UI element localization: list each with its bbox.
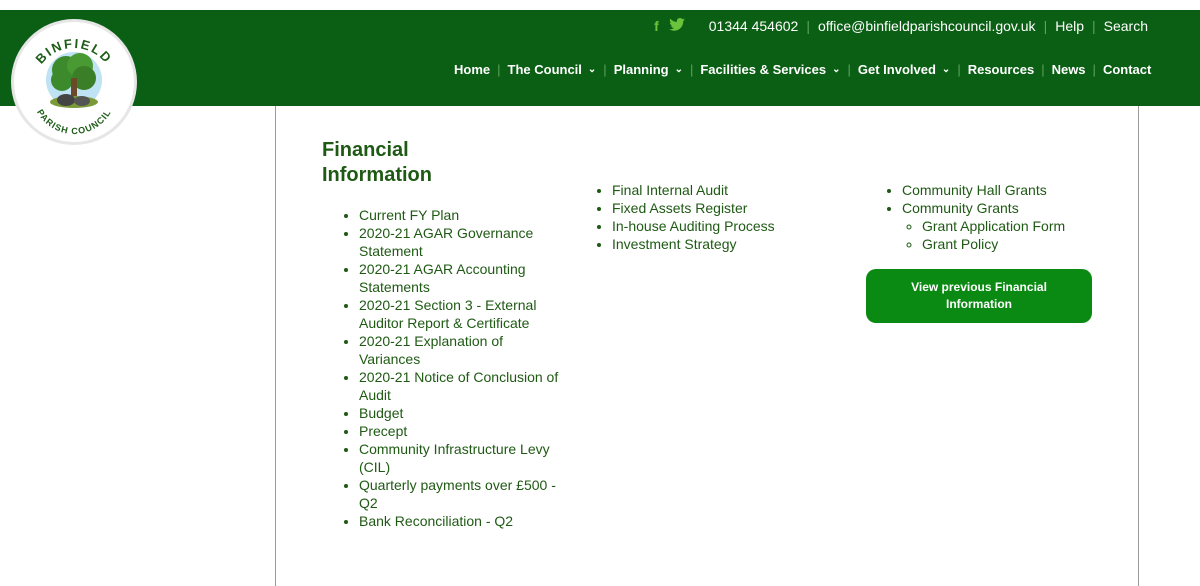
chevron-down-icon: ⌄ [941,64,951,75]
nav-facilities-label: Facilities & Services [700,62,827,77]
nav-contact-label: Contact [1102,62,1152,77]
list-link[interactable]: 2020-21 AGAR Accounting Statements [359,261,526,295]
list-link[interactable]: Precept [359,423,407,439]
separator: | [1092,62,1096,77]
sub-list-item[interactable]: Grant Application Form [922,217,1126,235]
search-link[interactable]: Search [1104,18,1148,34]
facebook-icon[interactable]: f [654,18,659,34]
list-link[interactable]: Final Internal Audit [612,182,728,198]
nav-facilities-services[interactable]: Facilities & Services ⌄ [700,62,840,77]
nav-get-involved-label: Get Involved [857,62,936,77]
nav-planning[interactable]: Planning ⌄ [614,62,683,77]
site-header: f 01344 454602 | office@binfieldparishco… [0,10,1200,106]
phone-link[interactable]: 01344 454602 [709,18,799,34]
nav-home-label: Home [454,62,491,77]
list-item[interactable]: Investment Strategy [612,235,826,253]
council-logo[interactable]: BINFIELD PARISH COUNCIL [14,22,134,142]
separator: | [957,62,961,77]
list-link[interactable]: Fixed Assets Register [612,200,747,216]
list-link[interactable]: 2020-21 AGAR Governance Statement [359,225,533,259]
nav-news[interactable]: News [1052,62,1086,77]
list-link[interactable]: Investment Strategy [612,236,737,252]
separator: | [603,62,607,77]
nav-resources-label: Resources [967,62,1035,77]
separator: | [497,62,501,77]
top-bar: f 01344 454602 | office@binfieldparishco… [654,18,1148,34]
nav-planning-label: Planning [613,62,669,77]
community-hall-grants-link[interactable]: Community Hall Grants [902,182,1047,198]
list-item[interactable]: Current FY Plan [359,206,559,224]
list-link[interactable]: In-house Auditing Process [612,218,775,234]
list-link[interactable]: 2020-21 Section 3 - External Auditor Rep… [359,297,536,331]
sub-list-item[interactable]: Grant Policy [922,235,1126,253]
separator: | [689,62,694,77]
list-item[interactable]: Fixed Assets Register [612,199,826,217]
separator: | [1043,18,1048,34]
list-item[interactable]: 2020-21 AGAR Accounting Statements [359,260,559,296]
main-nav: Home | The Council ⌄ | Planning ⌄ | Facili… [454,62,1151,77]
separator: | [1041,62,1045,77]
financial-list-2: Final Internal Audit Fixed Assets Regist… [596,181,826,253]
chevron-down-icon: ⌄ [674,64,683,75]
email-link[interactable]: office@binfieldparishcouncil.gov.uk [818,18,1036,34]
nav-home[interactable]: Home [454,62,490,77]
nav-get-involved[interactable]: Get Involved ⌄ [858,62,950,77]
list-item[interactable]: 2020-21 Section 3 - External Auditor Rep… [359,296,559,332]
list-link[interactable]: Bank Reconciliation - Q2 [359,513,513,529]
list-item[interactable]: Bank Reconciliation - Q2 [359,512,559,530]
list-link[interactable]: Community Infrastructure Levy (CIL) [359,441,550,475]
list-item[interactable]: Final Internal Audit [612,181,826,199]
page-title: Financial Information [322,139,432,186]
separator: | [1092,18,1096,34]
community-grants-link[interactable]: Community Grants [902,200,1019,216]
nav-resources[interactable]: Resources [968,62,1034,77]
list-link[interactable]: 2020-21 Explanation of Variances [359,333,503,367]
list-item[interactable]: 2020-21 Notice of Conclusion of Audit [359,368,559,404]
help-link[interactable]: Help [1055,18,1084,34]
chevron-down-icon: ⌄ [587,64,597,75]
list-item[interactable]: Budget [359,404,559,422]
financial-list-1: Current FY Plan 2020-21 AGAR Governance … [343,206,559,530]
twitter-icon[interactable] [668,18,685,34]
list-item[interactable]: Precept [359,422,559,440]
nav-the-council-label: The Council [507,62,582,77]
nav-the-council[interactable]: The Council ⌄ [508,62,597,77]
list-link[interactable]: Current FY Plan [359,207,459,223]
grant-application-form-link[interactable]: Grant Application Form [922,218,1065,234]
list-link[interactable]: Budget [359,405,403,421]
list-item[interactable]: 2020-21 AGAR Governance Statement [359,224,559,260]
grant-policy-link[interactable]: Grant Policy [922,236,998,252]
separator: | [806,18,810,34]
chevron-down-icon: ⌄ [832,64,841,75]
list-item[interactable]: Community Infrastructure Levy (CIL) [359,440,559,476]
social-links: f [654,18,685,34]
list-link[interactable]: 2020-21 Notice of Conclusion of Audit [359,369,558,403]
logo-graphic: BINFIELD PARISH COUNCIL [16,24,132,140]
list-item[interactable]: Community Grants Grant Application Form … [902,199,1126,253]
view-previous-financial-info-button[interactable]: View previous Financial Information [866,269,1092,323]
nav-contact[interactable]: Contact [1103,62,1151,77]
list-item[interactable]: In-house Auditing Process [612,217,826,235]
list-item[interactable]: Community Hall Grants [902,181,1126,199]
grants-list: Community Hall Grants Community Grants G… [886,181,1126,253]
list-item[interactable]: 2020-21 Explanation of Variances [359,332,559,368]
list-link[interactable]: Quarterly payments over £500 - Q2 [359,477,556,511]
list-item[interactable]: Quarterly payments over £500 - Q2 [359,476,559,512]
nav-news-label: News [1051,62,1086,77]
separator: | [847,62,851,77]
